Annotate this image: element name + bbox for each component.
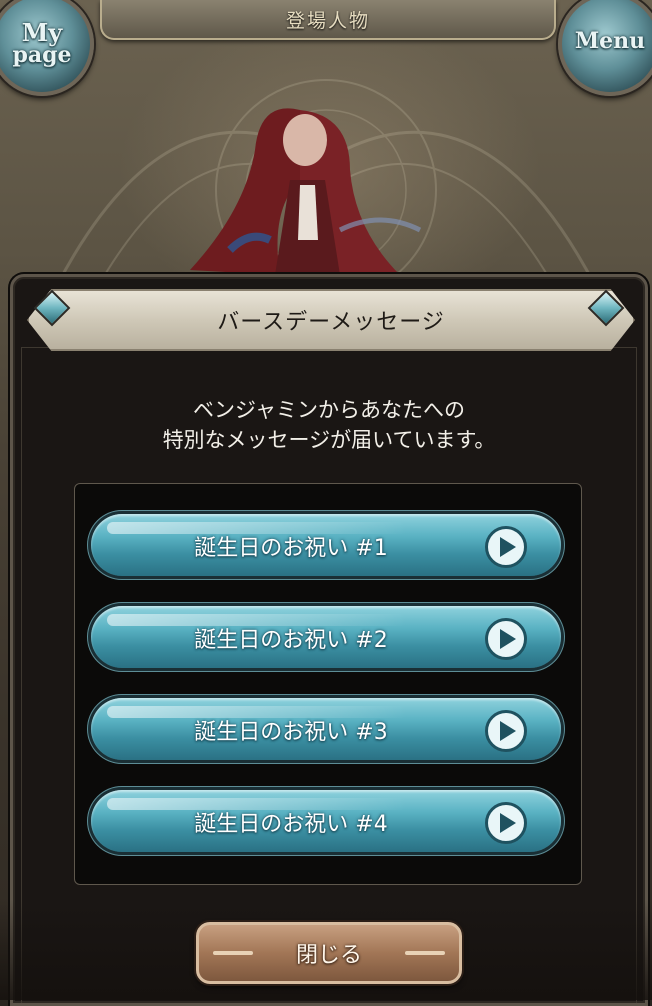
character-illustration bbox=[190, 108, 422, 275]
birthday-message-2-button[interactable]: 誕生日のお祝い #2 bbox=[91, 606, 561, 668]
menu-label: Menu bbox=[574, 28, 646, 54]
birthday-message-dialog: バースデーメッセージ ベンジャミンからあなたへの 特別なメッセージが届いています… bbox=[10, 274, 648, 1006]
birthday-message-1-button[interactable]: 誕生日のお祝い #1 bbox=[91, 514, 561, 576]
mypage-label-line2: page bbox=[12, 42, 72, 68]
message-button-label: 誕生日のお祝い #2 bbox=[194, 628, 388, 653]
description-line-1: ベンジャミンからあなたへの bbox=[193, 398, 465, 422]
page-title: 登場人物 bbox=[285, 10, 370, 32]
message-list-panel: 誕生日のお祝い #1 誕生日のお祝い #2 誕生日のお祝い #3 誕生日のお祝い… bbox=[74, 483, 582, 885]
play-icon[interactable] bbox=[485, 710, 527, 752]
message-button-label: 誕生日のお祝い #4 bbox=[194, 812, 388, 837]
description-line-2: 特別なメッセージが届いています。 bbox=[162, 428, 496, 452]
birthday-message-3-button[interactable]: 誕生日のお祝い #3 bbox=[91, 698, 561, 760]
dialog-description: ベンジャミンからあなたへの 特別なメッセージが届いています。 bbox=[13, 395, 645, 455]
play-icon[interactable] bbox=[485, 618, 527, 660]
close-button[interactable]: 閉じる bbox=[196, 922, 462, 984]
message-button-label: 誕生日のお祝い #3 bbox=[194, 720, 388, 745]
top-title-bar: 登場人物 bbox=[100, 0, 556, 40]
play-icon[interactable] bbox=[485, 802, 527, 844]
dialog-header: バースデーメッセージ bbox=[27, 289, 635, 351]
birthday-message-4-button[interactable]: 誕生日のお祝い #4 bbox=[91, 790, 561, 852]
close-button-label: 閉じる bbox=[295, 943, 362, 968]
play-icon[interactable] bbox=[485, 526, 527, 568]
dialog-title: バースデーメッセージ bbox=[217, 310, 445, 335]
message-button-label: 誕生日のお祝い #1 bbox=[194, 536, 388, 561]
